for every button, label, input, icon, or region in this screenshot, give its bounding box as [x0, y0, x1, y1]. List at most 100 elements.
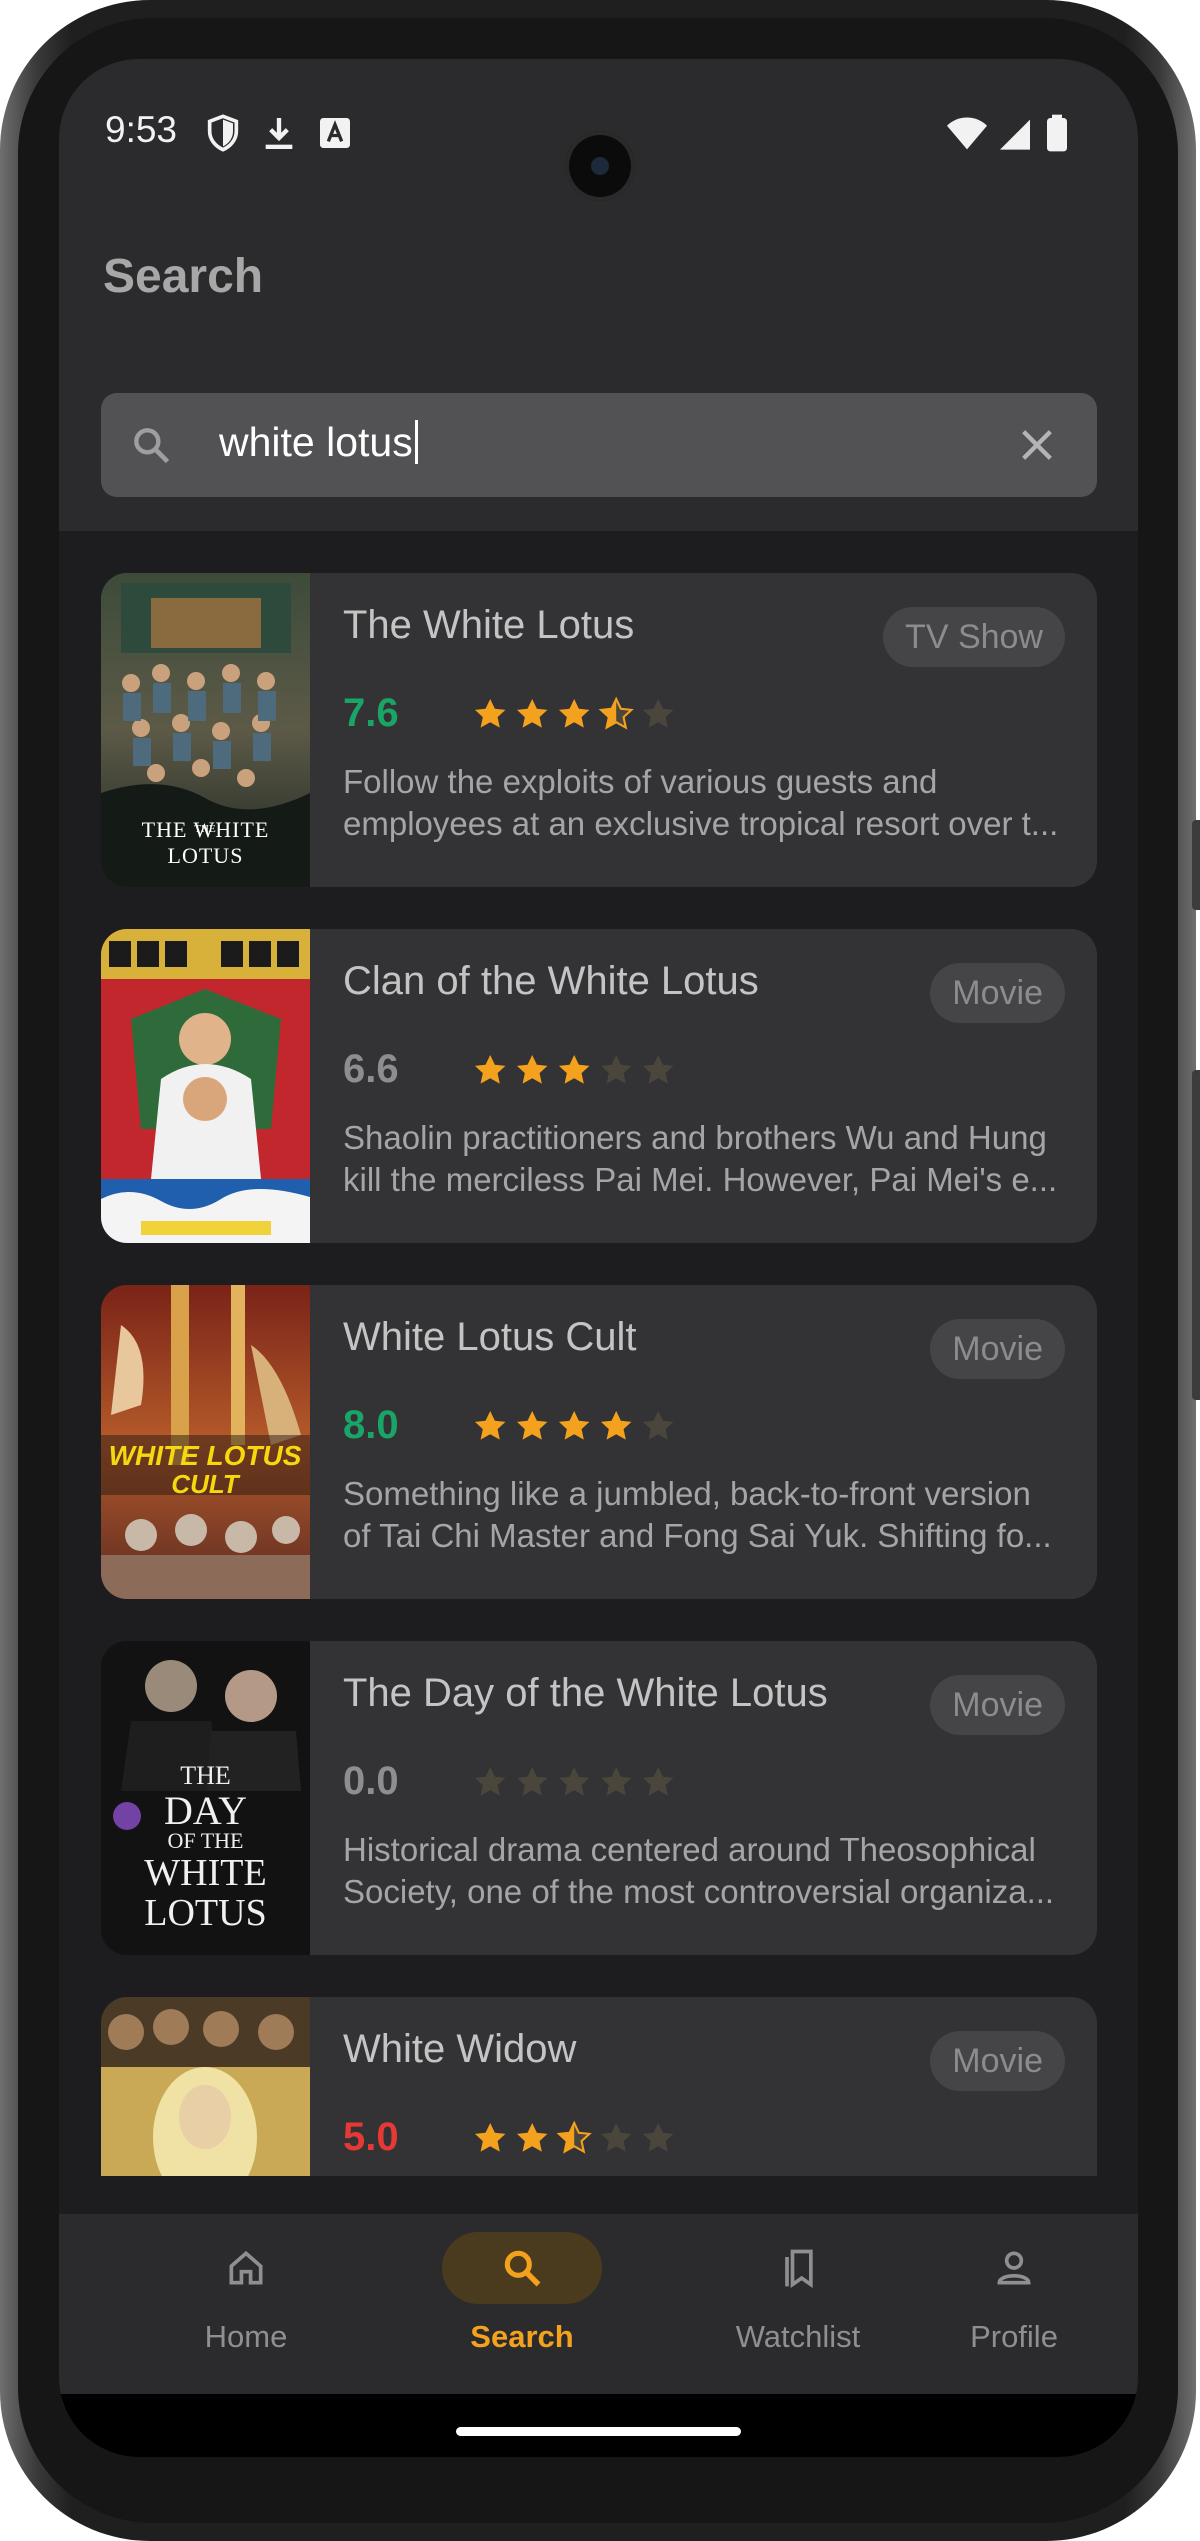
bottom-navigation: Home Search Watchlist Profile — [59, 2214, 1138, 2394]
battery-icon — [1047, 114, 1067, 152]
result-description: Something like a jumbled, back-to-front … — [343, 1473, 1063, 1557]
page-title: Search — [103, 250, 264, 303]
rating-value: 8.0 — [343, 1403, 399, 1447]
star-rating — [471, 691, 681, 737]
star-icon — [601, 1767, 632, 1796]
result-description: Follow the exploits of various guests an… — [343, 761, 1063, 845]
home-gesture-bar[interactable] — [456, 2427, 741, 2436]
description-line: employees at an exclusive tropical resor… — [343, 805, 1059, 842]
side-button — [1192, 820, 1200, 910]
star-icon — [601, 1055, 632, 1084]
nav-item-search[interactable]: Search — [392, 2214, 652, 2394]
star-icon — [598, 696, 634, 730]
star-icon — [643, 1411, 674, 1440]
nav-item-background — [718, 2232, 878, 2304]
description-line: Something like a jumbled, back-to-front … — [343, 1475, 1031, 1512]
star-icon — [475, 1055, 506, 1084]
result-title: The Day of the White Lotus — [343, 1671, 828, 1715]
nav-item-background — [934, 2232, 1094, 2304]
star-icon — [643, 2123, 674, 2152]
search-value[interactable]: white lotus — [219, 419, 413, 465]
star-icon — [517, 1055, 548, 1084]
description-line: kill the merciless Pai Mei. However, Pai… — [343, 1161, 1058, 1198]
person-icon — [997, 2251, 1031, 2285]
star-icon — [475, 1767, 506, 1796]
description-line: Follow the exploits of various guests an… — [343, 763, 938, 800]
star-rating — [471, 1403, 681, 1449]
poster-image: THE THE WHITE LOTUS — [101, 573, 310, 887]
nav-label: Home — [204, 2319, 288, 2354]
result-description: Shaolin practitioners and brothers Wu an… — [343, 1117, 1063, 1201]
type-badge: Movie — [930, 2031, 1065, 2091]
result-description: Historical drama centered around Theosop… — [343, 1829, 1063, 1913]
search-icon — [134, 428, 170, 464]
star-icon — [517, 1767, 548, 1796]
result-title: White Widow — [343, 2027, 577, 2071]
nav-active-indicator — [442, 2232, 602, 2304]
star-icon — [601, 2123, 632, 2152]
result-card[interactable]: WHITE LOTUS CULT White Lotus Cult Movie … — [101, 1285, 1097, 1599]
star-icon — [643, 1055, 674, 1084]
app-screen: 9:53 Search white lotus THE THE WHITE LO… — [59, 59, 1138, 2457]
type-badge: Movie — [930, 963, 1065, 1023]
nav-label: Search — [470, 2319, 574, 2354]
result-card[interactable]: Clan of the White Lotus Movie 6.6 Shaoli… — [101, 929, 1097, 1243]
download-icon — [265, 118, 293, 149]
bookmarks-icon — [785, 2249, 813, 2289]
star-icon — [643, 1767, 674, 1796]
star-icon — [559, 1055, 590, 1084]
type-badge: TV Show — [883, 607, 1065, 667]
nav-item-profile[interactable]: Profile — [914, 2214, 1114, 2394]
star-rating — [471, 2115, 681, 2161]
star-rating — [471, 1759, 681, 1805]
svg-text:CULT: CULT — [171, 1469, 241, 1499]
star-icon — [517, 1411, 548, 1440]
front-camera — [565, 131, 635, 201]
star-icon — [559, 1411, 590, 1440]
description-line: of Tai Chi Master and Fong Sai Yuk. Shif… — [343, 1517, 1052, 1554]
star-icon — [601, 1411, 632, 1440]
result-card[interactable]: THE DAY OF THE WHITE LOTUS The Day of th… — [101, 1641, 1097, 1955]
results-list[interactable]: THE THE WHITE LOTUS The White Lotus TV S… — [101, 573, 1097, 2176]
app-header: 9:53 Search white lotus — [59, 59, 1138, 531]
star-icon — [475, 2123, 506, 2152]
rating-value: 0.0 — [343, 1759, 399, 1803]
result-card[interactable]: THE THE WHITE LOTUS The White Lotus TV S… — [101, 573, 1097, 887]
star-icon — [475, 1411, 506, 1440]
result-title: White Lotus Cult — [343, 1315, 637, 1359]
star-icon — [643, 699, 674, 728]
star-icon — [475, 699, 506, 728]
description-line: Shaolin practitioners and brothers Wu an… — [343, 1119, 1047, 1156]
result-title: The White Lotus — [343, 603, 635, 647]
search-icon — [504, 2250, 541, 2287]
poster-title: THE WHITE LOTUS — [141, 817, 270, 868]
star-rating — [471, 1047, 681, 1093]
nav-label: Watchlist — [735, 2319, 861, 2354]
star-icon — [559, 1767, 590, 1796]
close-icon[interactable] — [1017, 425, 1057, 465]
nav-item-home[interactable]: Home — [116, 2214, 376, 2394]
star-icon — [517, 699, 548, 728]
poster-image: THE DAY OF THE WHITE LOTUS — [101, 1641, 310, 1955]
status-bar: 9:53 — [59, 99, 1138, 201]
type-badge: Movie — [930, 1675, 1065, 1735]
description-line: Society, one of the most controversial o… — [343, 1873, 1055, 1910]
type-badge: Movie — [930, 1319, 1065, 1379]
nav-label: Profile — [970, 2319, 1058, 2354]
poster-title-line: OF THE — [167, 1828, 244, 1853]
volume-button — [1192, 1070, 1200, 1400]
nav-item-watchlist[interactable]: Watchlist — [668, 2214, 928, 2394]
wifi-icon — [947, 117, 987, 150]
result-card[interactable]: White Widow Movie 5.0 — [101, 1997, 1097, 2176]
nav-item-background — [166, 2232, 326, 2304]
description-line: Historical drama centered around Theosop… — [343, 1831, 1036, 1868]
text-caret — [414, 420, 418, 464]
poster-title-line: LOTUS — [144, 1892, 267, 1934]
status-time: 9:53 — [105, 109, 178, 150]
home-icon — [229, 2250, 263, 2285]
rating-value: 6.6 — [343, 1047, 399, 1091]
poster-title-line: WHITE — [144, 1852, 267, 1894]
rating-value: 7.6 — [343, 691, 399, 735]
search-input[interactable]: white lotus — [101, 393, 1097, 497]
rating-value: 5.0 — [343, 2115, 399, 2159]
